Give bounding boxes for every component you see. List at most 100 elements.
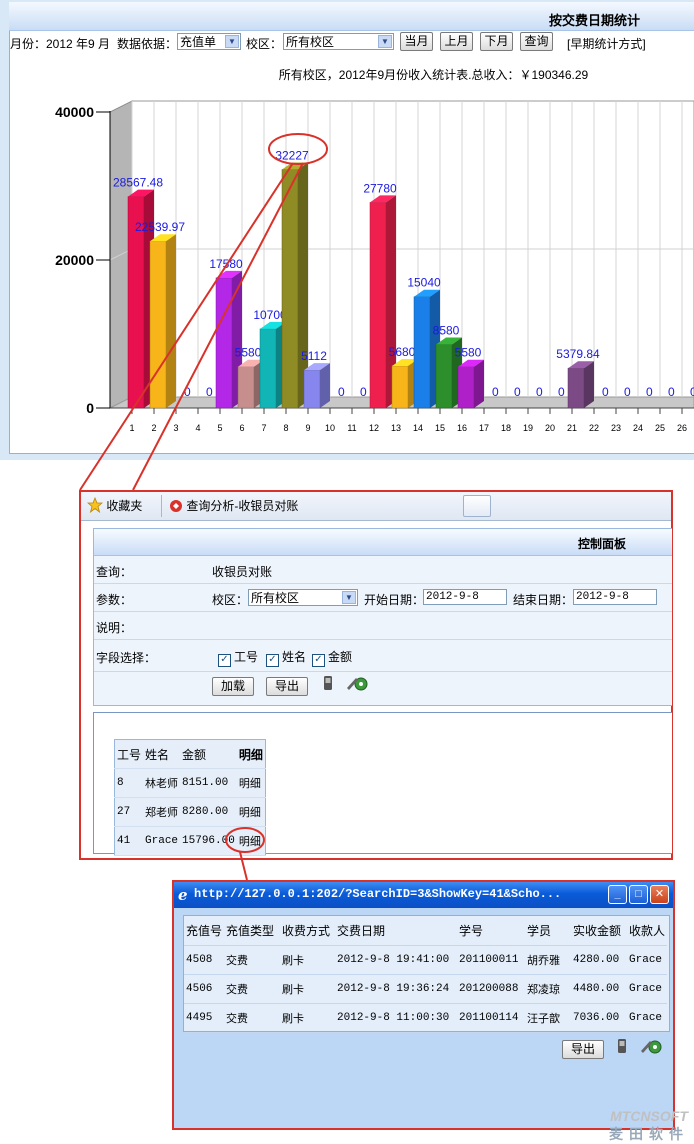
cell-payment-method: 刷卡 — [280, 974, 336, 1004]
bar — [457, 366, 475, 409]
col-header-id: 工号 — [114, 739, 144, 769]
cell-name: 林老师 — [143, 768, 181, 798]
table-header-row: 工号 姓名 金额 明细 — [114, 739, 266, 769]
popup-title: http://127.0.0.1:202/?SearchID=3&ShowKey… — [194, 887, 562, 901]
data-label: 28567.48 — [113, 176, 163, 190]
col-header-payment-method: 收费方式 — [280, 916, 336, 946]
cell-id: 8 — [114, 768, 144, 798]
cell-recharge-no: 4506 — [184, 974, 225, 1004]
data-label: 0 — [360, 385, 367, 399]
cell-pay-date: 2012-9-8 19:36:24 — [335, 974, 458, 1004]
data-label: 0 — [514, 385, 521, 399]
data-label: 5379.84 — [556, 347, 600, 361]
result-area: 工号 姓名 金额 明细 8 林老师 8151.00 明细 27 郑老师 8280… — [93, 712, 672, 856]
recharge-detail-table: 充值号 充值类型 收费方式 交费日期 学号 学员 实收金额 收款人 4508 交… — [184, 916, 668, 1033]
detail-link[interactable]: 明细 — [236, 797, 266, 827]
data-label: 0 — [206, 385, 213, 399]
bar — [215, 277, 233, 409]
x-tick-label: 12 — [369, 423, 379, 433]
cell-name: 郑老师 — [143, 797, 181, 827]
field-id-label: 工号 — [234, 650, 259, 664]
load-button[interactable]: 加载 — [212, 677, 254, 696]
cell-id: 41 — [114, 826, 144, 856]
phone-icon[interactable] — [616, 1038, 628, 1054]
end-date-label: 结束日期： — [513, 593, 574, 607]
col-header-name: 姓名 — [143, 739, 181, 769]
cell-student-no: 201100011 — [457, 945, 526, 975]
params-campus-value: 所有校区 — [251, 591, 300, 605]
cell-recharge-type: 交费 — [224, 1003, 281, 1033]
data-label: 5580 — [455, 346, 482, 360]
data-label: 27780 — [363, 181, 397, 195]
detail-link[interactable]: 明细 — [236, 826, 266, 856]
bar — [149, 240, 167, 409]
field-check-name[interactable]: ✓ 姓名 — [266, 648, 306, 667]
x-tick-label: 2 — [151, 423, 156, 433]
table-header-row: 充值号 充值类型 收费方式 交费日期 学号 学员 实收金额 收款人 — [184, 916, 668, 946]
bar — [237, 366, 255, 409]
end-date-input[interactable]: 2012-9-8 — [573, 589, 657, 605]
popup-titlebar[interactable]: e http://127.0.0.1:202/?SearchID=3&ShowK… — [174, 882, 673, 908]
query-label: 查询： — [96, 565, 133, 579]
bar — [281, 169, 299, 409]
cell-amount: 8280.00 — [180, 797, 237, 827]
cell-pay-date: 2012-9-8 11:00:30 — [335, 1003, 458, 1033]
params-campus-select[interactable]: 所有校区 ▼ — [248, 589, 358, 606]
brand-watermark: MTCNSOFT 麦田软件 — [604, 1108, 694, 1144]
x-tick-label: 9 — [305, 423, 310, 433]
x-tick-label: 8 — [283, 423, 288, 433]
phone-icon[interactable] — [322, 675, 334, 691]
bar-side — [584, 361, 594, 408]
tab-query-analysis[interactable]: 查询分析-收银员对账 — [169, 494, 298, 519]
fields-label: 字段选择： — [96, 651, 157, 665]
x-tick-label: 11 — [347, 423, 356, 433]
cell-id: 27 — [114, 797, 144, 827]
x-tick-label: 14 — [413, 423, 423, 433]
gear-icon[interactable] — [640, 1037, 664, 1055]
watermark-brand-cn: 麦田软件 — [609, 1126, 689, 1142]
table-row: 4495 交费 刷卡 2012-9-8 11:00:30 201100114 汪… — [184, 1003, 668, 1033]
col-header-student: 学员 — [525, 916, 572, 946]
minimize-button[interactable]: _ — [608, 885, 627, 904]
favorites-tab[interactable]: 收藏夹 — [86, 494, 143, 519]
new-tab-button[interactable] — [463, 495, 491, 517]
bar-side — [166, 234, 176, 408]
field-check-id[interactable]: ✓ 工号 — [218, 648, 258, 667]
field-check-amount[interactable]: ✓ 金额 — [312, 648, 352, 667]
maximize-button[interactable]: □ — [629, 885, 648, 904]
export-button[interactable]: 导出 — [266, 677, 308, 696]
watermark-brand: MTCNSOFT — [610, 1108, 688, 1124]
close-button[interactable]: ✕ — [650, 885, 669, 904]
table-row: 41 Grace 15796.00 明细 — [114, 826, 266, 856]
x-tick-label: 21 — [567, 423, 577, 433]
cell-cashier: Grace — [627, 945, 668, 975]
table-row: 27 郑老师 8280.00 明细 — [114, 797, 266, 827]
params-row: 参数： 校区： 所有校区 ▼ 开始日期： 2012-9-8 结束日期： 2012… — [94, 584, 672, 612]
x-tick-label: 6 — [239, 423, 244, 433]
popup-table-container: 充值号 充值类型 收费方式 交费日期 学号 学员 实收金额 收款人 4508 交… — [183, 915, 670, 1033]
favorites-tab-label: 收藏夹 — [106, 499, 143, 513]
y-tick-label: 20000 — [55, 252, 94, 268]
start-date-input[interactable]: 2012-9-8 — [423, 589, 507, 605]
x-tick-label: 20 — [545, 423, 555, 433]
x-tick-label: 1 — [129, 423, 134, 433]
popup-export-button[interactable]: 导出 — [562, 1040, 604, 1059]
field-amount-label: 金额 — [328, 650, 353, 664]
field-name-label: 姓名 — [282, 650, 307, 664]
gear-icon[interactable] — [346, 674, 370, 692]
x-tick-label: 23 — [611, 423, 621, 433]
data-label: 0 — [602, 385, 609, 399]
data-label: 0 — [624, 385, 631, 399]
col-header-recharge-type: 充值类型 — [224, 916, 281, 946]
chevron-down-icon: ▼ — [342, 591, 356, 604]
cell-cashier: Grace — [627, 974, 668, 1004]
cell-student: 胡乔雅 — [525, 945, 572, 975]
x-tick-label: 13 — [391, 423, 401, 433]
control-panel-title: 控制面板 — [577, 537, 626, 551]
query-tab-label: 查询分析-收银员对账 — [186, 499, 299, 513]
cell-student: 郑凌琼 — [525, 974, 572, 1004]
data-label: 0 — [668, 385, 675, 399]
data-label: 32227 — [275, 149, 309, 163]
detail-link[interactable]: 明细 — [236, 768, 266, 798]
x-tick-label: 17 — [479, 423, 489, 433]
